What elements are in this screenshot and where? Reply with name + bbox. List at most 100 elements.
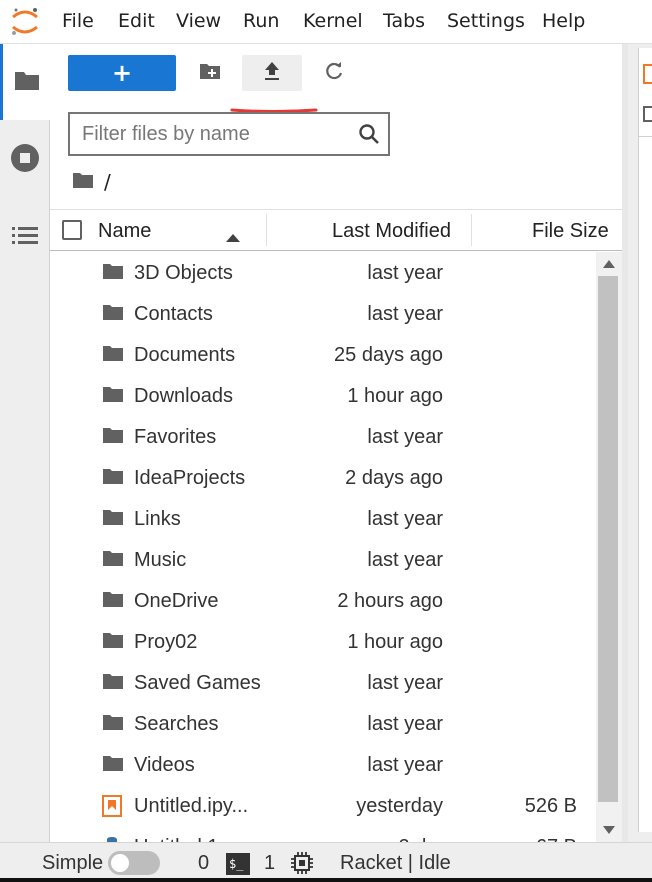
file-name: Music [134,549,187,571]
table-of-contents-icon [12,226,38,250]
upload-files-button[interactable] [242,55,302,91]
file-row[interactable]: Contacts last year [50,293,595,334]
scrollbar-thumb[interactable] [598,276,618,802]
file-last-modified: last year [367,672,443,694]
menu-file[interactable]: File [62,10,94,32]
file-row[interactable]: 3D Objects last year [50,252,595,293]
sort-ascending-icon [226,225,240,248]
file-row[interactable]: Proy02 1 hour ago [50,621,595,662]
kernel-count: 1 [264,852,276,874]
running-sessions-tab[interactable] [0,122,50,198]
folder-icon [102,631,124,655]
upload-icon [263,61,281,85]
column-header-file-size[interactable]: File Size [532,220,609,243]
home-folder-icon[interactable] [72,170,94,194]
file-list-header: Name Last Modified File Size [50,209,622,251]
file-last-modified: 2 days ago [345,467,443,489]
menu-settings[interactable]: Settings [447,10,525,32]
jupyter-logo-icon [10,6,40,38]
filter-files-input[interactable] [82,122,342,146]
file-name: Downloads [134,385,233,407]
menu-bar: File Edit View Run Kernel Tabs Settings … [0,0,652,44]
file-last-modified: 1 hour ago [347,385,443,407]
folder-icon [102,303,124,327]
stop-circle-icon [10,143,40,177]
folder-icon [102,467,124,491]
file-name: 3D Objects [134,262,233,284]
file-row[interactable]: Downloads 1 hour ago [50,375,595,416]
folder-icon [14,69,40,95]
file-name: Documents [134,344,236,366]
breadcrumb-root[interactable]: / [104,170,111,194]
file-name: Saved Games [134,672,261,694]
column-divider[interactable] [266,214,267,246]
save-icon [643,106,652,122]
terminal-icon[interactable]: $_ [226,853,250,875]
red-annotation-underline [230,98,318,113]
file-size: 526 B [524,795,577,817]
toggle-knob [111,854,129,872]
scroll-up-arrow-icon[interactable] [603,260,615,268]
file-row[interactable]: Untitled.ipy... yesterday 526 B [50,785,595,826]
file-name: Links [134,508,181,530]
menu-tabs[interactable]: Tabs [383,10,425,32]
file-row[interactable]: IdeaProjects 2 days ago [50,457,595,498]
file-last-modified: 2 hours ago [337,590,443,612]
file-list: 3D Objects last year Contacts last year Docu… [50,252,595,842]
file-row[interactable]: Videos last year [50,744,595,785]
file-list-scrollbar[interactable] [596,252,622,842]
file-name: IdeaProjects [134,467,246,489]
file-last-modified: last year [367,508,443,530]
folder-icon [102,713,124,737]
file-browser-panel: + / Name Last Modifie [50,44,622,842]
status-bar: Simple 0 $_ 1 Racket | Idle [0,842,652,882]
column-header-name[interactable]: Name [98,220,151,243]
scroll-down-arrow-icon[interactable] [603,826,615,834]
select-all-checkbox[interactable] [62,220,82,240]
file-browser-tab[interactable] [0,44,50,120]
search-icon [358,123,380,149]
menu-kernel[interactable]: Kernel [303,10,363,32]
file-name: Untitled.ipy... [134,795,249,817]
file-row[interactable]: Favorites last year [50,416,595,457]
simple-mode-label: Simple [42,852,104,874]
simple-mode-toggle[interactable] [108,851,160,875]
file-row[interactable]: OneDrive 2 hours ago [50,580,595,621]
folder-icon [102,508,124,532]
file-row[interactable]: Links last year [50,498,595,539]
document-tab-edge[interactable] [638,48,652,832]
file-row[interactable]: Saved Games last year [50,662,595,703]
folder-icon [102,385,124,409]
file-name: Searches [134,713,219,735]
plus-label: + [111,59,133,87]
folder-icon [102,672,124,696]
new-folder-button[interactable] [192,55,228,91]
folder-icon [102,262,124,286]
file-row[interactable]: Untitled.1...2 d...67 B [50,826,595,842]
column-divider[interactable] [471,214,472,246]
menu-view[interactable]: View [176,10,221,32]
terminal-count: 0 [198,852,210,874]
kernel-status[interactable]: Racket | Idle [340,852,451,875]
filter-box [68,112,390,156]
file-last-modified: last year [367,303,443,325]
new-folder-icon [199,62,221,84]
cpu-chip-icon[interactable] [290,851,314,881]
refresh-button[interactable] [316,55,352,91]
column-header-last-modified[interactable]: Last Modified [332,220,451,243]
menu-run[interactable]: Run [243,10,279,32]
file-name: Contacts [134,303,213,325]
file-row[interactable]: Music last year [50,539,595,580]
file-row[interactable]: Searches last year [50,703,595,744]
folder-icon [102,426,124,450]
file-name: Proy02 [134,631,198,653]
file-last-modified: last year [367,713,443,735]
screen-bottom-edge [0,878,652,882]
notebook-icon [102,795,122,823]
new-launcher-button[interactable]: + [68,55,176,91]
menu-edit[interactable]: Edit [118,10,155,32]
menu-help[interactable]: Help [542,10,585,32]
folder-icon [102,590,124,614]
file-row[interactable]: Documents 25 days ago [50,334,595,375]
table-of-contents-tab[interactable] [0,200,50,276]
